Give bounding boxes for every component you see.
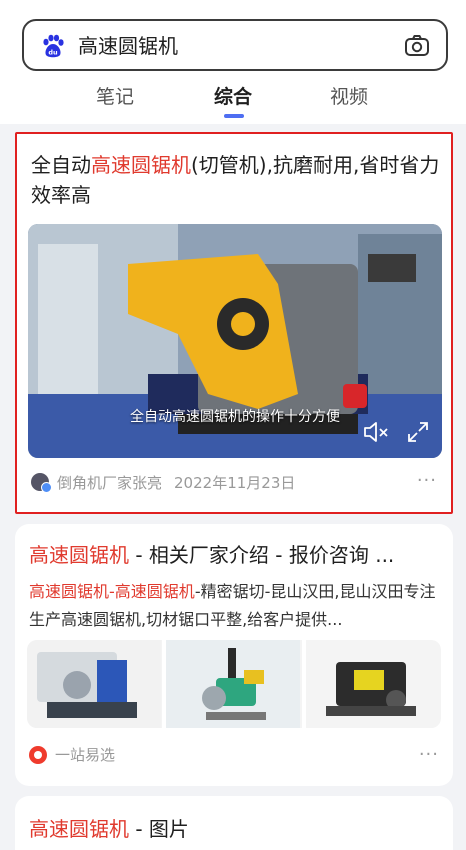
result-title[interactable]: 高速圆锯机 - 图片 xyxy=(29,814,189,844)
tab-video[interactable]: 视频 xyxy=(330,84,368,110)
result-title[interactable]: 全自动高速圆锯机(切管机),抗磨耐用,省时省力效率高 xyxy=(31,150,441,210)
result-card-images[interactable]: 高速圆锯机 - 图片 xyxy=(15,796,453,850)
tab-all[interactable]: 综合 xyxy=(214,84,252,110)
source-name[interactable]: 一站易选 xyxy=(55,744,115,765)
author-avatar[interactable] xyxy=(31,473,52,493)
author-name[interactable]: 倒角机厂家张亮 xyxy=(57,472,162,493)
result-snippet: 高速圆锯机-高速圆锯机-精密锯切-昆山汉田,昆山汉田专注生产高速圆锯机,切材锯口… xyxy=(29,582,436,629)
camera-icon[interactable] xyxy=(404,33,430,59)
fullscreen-icon[interactable] xyxy=(406,420,430,444)
result-image[interactable] xyxy=(305,640,441,728)
result-image[interactable] xyxy=(166,640,302,728)
post-date: 2022年11月23日 xyxy=(174,473,296,492)
baidu-logo-icon: du xyxy=(43,34,64,58)
result-source: 一站易选 xyxy=(29,744,115,765)
active-tab-indicator xyxy=(224,114,244,118)
result-meta: 倒角机厂家张亮 2022年11月23日 xyxy=(31,470,295,494)
tab-notes[interactable]: 笔记 xyxy=(96,84,134,110)
result-card-video[interactable]: 全自动高速圆锯机(切管机),抗磨耐用,省时省力效率高 全自动高速圆锯机的操作十分… xyxy=(15,132,453,514)
result-card-web[interactable]: 高速圆锯机 - 相关厂家介绍 - 报价咨询 ... 高速圆锯机-高速圆锯机-精密… xyxy=(15,524,453,786)
result-title[interactable]: 高速圆锯机 - 相关厂家介绍 - 报价咨询 ... xyxy=(29,540,449,570)
more-options-icon[interactable]: ··· xyxy=(419,744,439,765)
source-logo-icon xyxy=(29,745,47,764)
video-player[interactable]: 全自动高速圆锯机的操作十分方便 xyxy=(28,224,442,458)
search-box[interactable]: du 高速圆锯机 xyxy=(22,19,448,71)
top-bar: du 高速圆锯机 笔记 综合 视频 xyxy=(0,0,466,184)
more-options-icon[interactable]: ··· xyxy=(417,470,437,491)
mute-icon[interactable] xyxy=(362,420,390,444)
search-query-text[interactable]: 高速圆锯机 xyxy=(78,33,178,59)
result-image[interactable] xyxy=(27,640,163,728)
svg-text:du: du xyxy=(48,49,58,57)
result-image-row xyxy=(27,640,441,728)
